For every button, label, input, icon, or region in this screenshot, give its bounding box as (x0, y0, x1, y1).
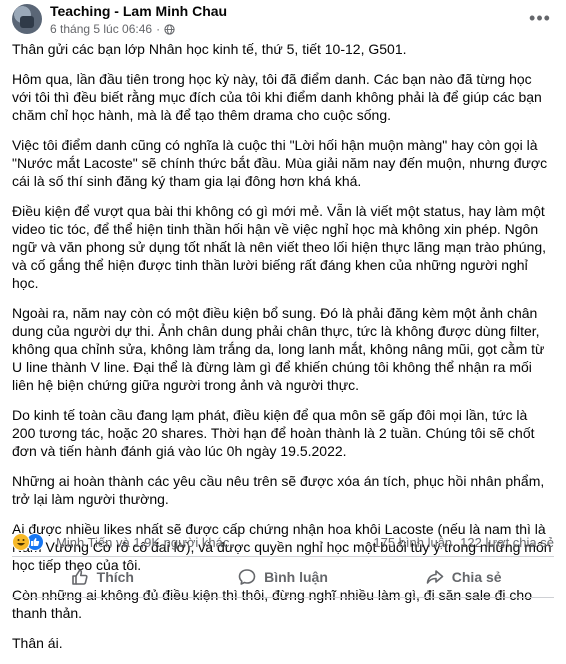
post-actions: Thích Bình luận Chia sẻ (12, 561, 554, 593)
post-paragraph: Việc tôi điểm danh cũng có nghĩa là cuộc… (12, 137, 548, 189)
post-paragraph: Những ai hoàn thành các yêu cầu nêu trên… (12, 473, 545, 507)
reactions-summary[interactable]: Minh Tiến và 1,9K người khác (56, 535, 229, 550)
share-icon (426, 570, 444, 584)
post-header: Teaching - Lam Minh Chau 6 tháng 5 lúc 0… (0, 0, 566, 42)
shares-count[interactable]: 122 lượt chia sẻ (460, 535, 554, 550)
thumbs-up-icon (71, 569, 88, 585)
reaction-icons[interactable] (12, 533, 44, 551)
divider (12, 597, 554, 598)
author-avatar[interactable] (12, 4, 42, 34)
more-options-icon[interactable]: ••• (528, 8, 552, 28)
post-paragraph: Hôm qua, lần đầu tiên trong học kỳ này, … (12, 71, 542, 123)
reactions-bar: Minh Tiến và 1,9K người khác 175 bình lu… (12, 533, 554, 553)
post-paragraph: Điều kiện để vượt qua bài thi không có g… (12, 203, 547, 291)
comment-button[interactable]: Bình luận (193, 561, 374, 593)
separator-dot: · (156, 22, 161, 36)
post-paragraph: Thân gửi các bạn lớp Nhân học kinh tế, t… (12, 41, 407, 57)
post-paragraph: Do kinh tế toàn cầu đang lạm phát, điều … (12, 407, 535, 459)
post-timestamp[interactable]: 6 tháng 5 lúc 06:46 (50, 22, 152, 36)
comments-count[interactable]: 175 bình luận (373, 535, 452, 550)
share-label: Chia sẻ (451, 569, 502, 585)
author-name[interactable]: Teaching - Lam Minh Chau (50, 3, 227, 19)
post-paragraph: Thân ái. (12, 635, 63, 651)
comment-icon (238, 569, 256, 585)
globe-icon[interactable] (164, 23, 175, 35)
like-label: Thích (96, 569, 134, 585)
post-meta: 6 tháng 5 lúc 06:46 · (50, 22, 175, 36)
divider (12, 556, 554, 557)
engagement-counts: 175 bình luận 122 lượt chia sẻ (373, 535, 554, 550)
haha-icon (12, 533, 30, 551)
comment-label: Bình luận (264, 569, 328, 585)
share-button[interactable]: Chia sẻ (373, 561, 554, 593)
post-paragraph: Ngoài ra, năm nay còn có một điều kiện b… (12, 305, 545, 393)
facebook-post: Teaching - Lam Minh Chau 6 tháng 5 lúc 0… (0, 0, 566, 651)
like-button[interactable]: Thích (12, 561, 193, 593)
